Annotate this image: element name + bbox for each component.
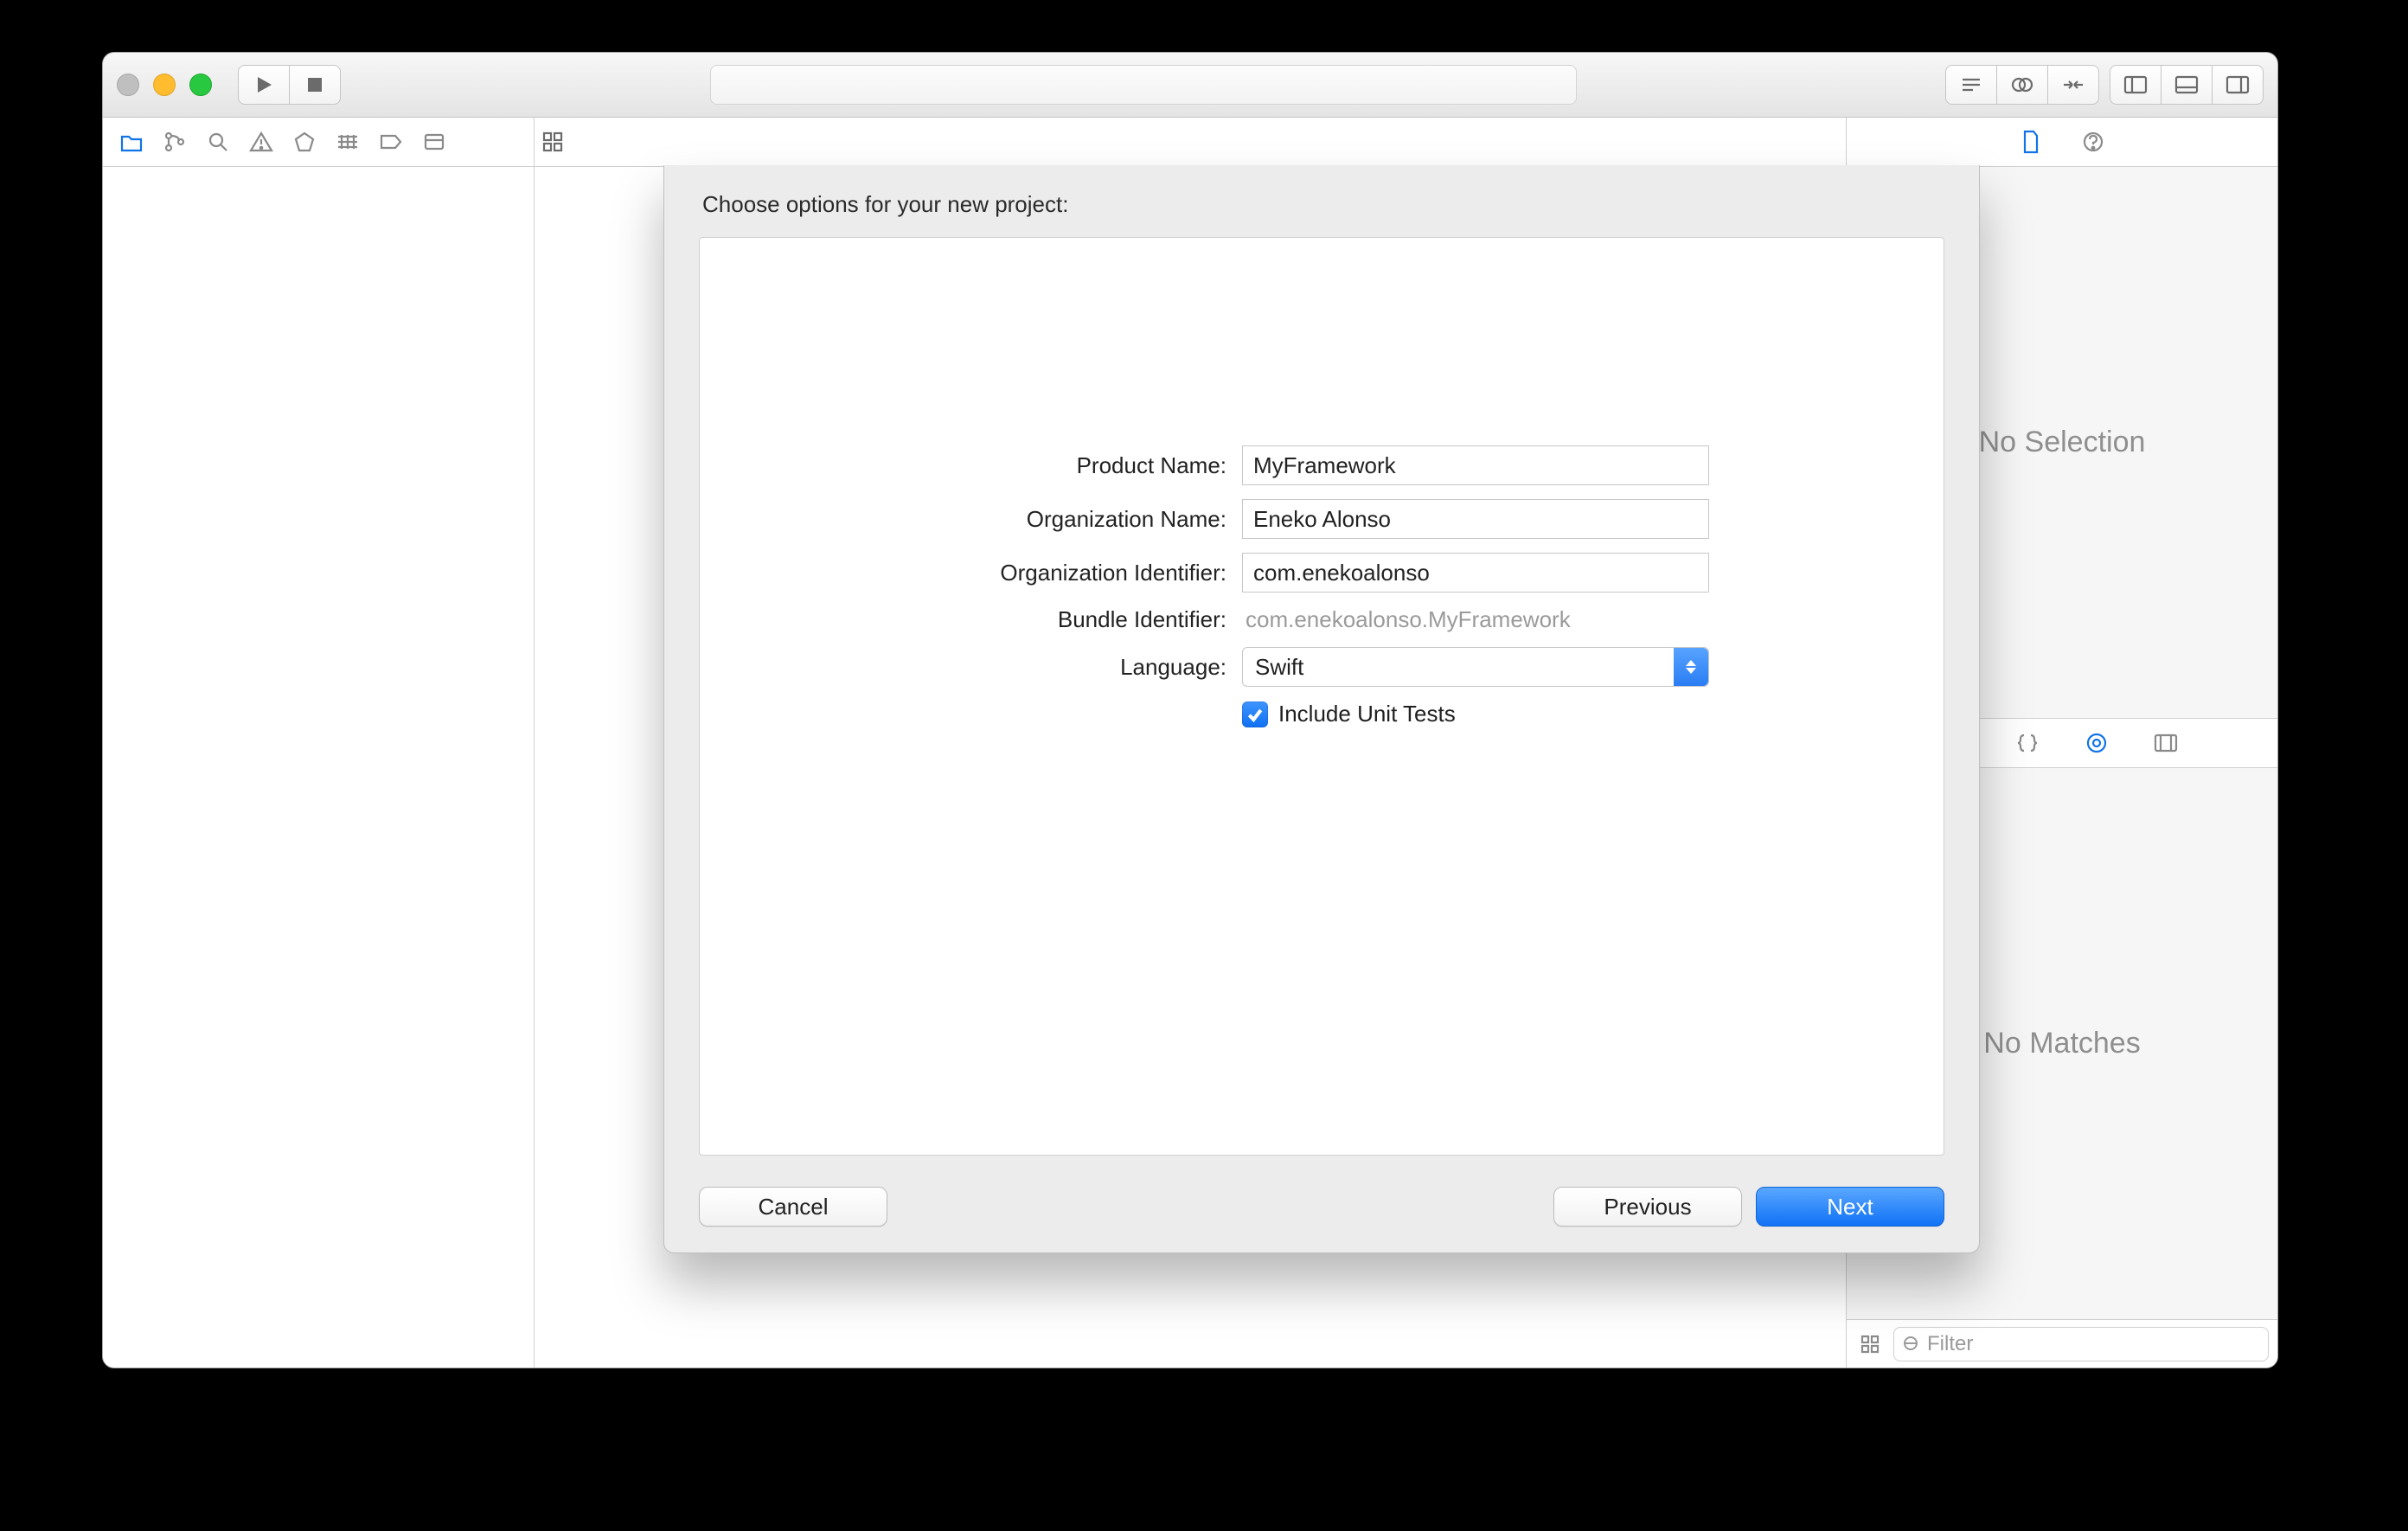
test-navigator-tab[interactable] <box>285 122 324 162</box>
breakpoint-navigator-tab[interactable] <box>371 122 411 162</box>
next-button[interactable]: Next <box>1756 1187 1944 1227</box>
navigator-tabs <box>103 118 534 167</box>
library-view-mode-button[interactable] <box>1855 1329 1885 1359</box>
language-select[interactable]: Swift <box>1242 647 1709 687</box>
report-navigator-tab[interactable] <box>414 122 454 162</box>
sheet-panel: Product Name: Organization Name: Organiz… <box>699 237 1944 1156</box>
activity-view <box>710 65 1577 105</box>
bundle-identifier-value: com.enekoalonso.MyFramework <box>1242 606 1709 633</box>
media-library-tab[interactable] <box>2146 723 2186 763</box>
window-controls <box>117 74 212 96</box>
quick-help-inspector-tab[interactable] <box>2073 122 2113 162</box>
toggle-inspector-button[interactable] <box>2213 65 2264 105</box>
titlebar <box>103 53 2277 118</box>
sheet-buttons: Cancel Previous Next <box>699 1187 1944 1227</box>
run-stop-group <box>238 65 341 105</box>
object-library-tab[interactable] <box>2077 723 2117 763</box>
file-inspector-tab[interactable] <box>2011 122 2051 162</box>
minimize-window-button[interactable] <box>153 74 176 96</box>
organization-identifier-field[interactable] <box>1242 553 1709 593</box>
close-window-button[interactable] <box>117 74 139 96</box>
library-filter-field[interactable]: Filter <box>1893 1327 2269 1361</box>
new-project-options-sheet: Choose options for your new project: Pro… <box>663 165 1980 1253</box>
jump-bar[interactable] <box>535 118 1846 167</box>
inspector-tabs <box>1847 118 2277 167</box>
library-footer: Filter <box>1847 1319 2277 1368</box>
select-stepper-icon <box>1674 648 1708 686</box>
standard-editor-button[interactable] <box>1945 65 1997 105</box>
product-name-field[interactable] <box>1242 445 1709 485</box>
editor-mode-group <box>1945 65 2099 105</box>
cancel-button[interactable]: Cancel <box>699 1187 887 1227</box>
language-label: Language: <box>950 654 1226 681</box>
organization-name-field[interactable] <box>1242 499 1709 539</box>
include-unit-tests-checkbox[interactable] <box>1242 701 1268 727</box>
project-navigator-tab[interactable] <box>112 122 151 162</box>
find-navigator-tab[interactable] <box>198 122 238 162</box>
options-form: Product Name: Organization Name: Organiz… <box>950 445 1694 727</box>
run-button[interactable] <box>238 65 290 105</box>
source-control-navigator-tab[interactable] <box>155 122 195 162</box>
toggle-debug-area-button[interactable] <box>2161 65 2213 105</box>
include-unit-tests-row[interactable]: Include Unit Tests <box>1242 701 1709 727</box>
toggle-navigator-button[interactable] <box>2110 65 2161 105</box>
sheet-title: Choose options for your new project: <box>702 191 1944 218</box>
product-name-label: Product Name: <box>950 452 1226 479</box>
xcode-window: No Selection No Matches <box>102 52 2278 1368</box>
library-filter-placeholder: Filter <box>1927 1332 1973 1356</box>
navigator-content <box>103 167 534 1368</box>
code-snippet-library-tab[interactable] <box>2008 723 2047 763</box>
navigator-pane <box>103 118 535 1368</box>
version-editor-button[interactable] <box>2048 65 2099 105</box>
assistant-editor-button[interactable] <box>1997 65 2048 105</box>
bundle-identifier-label: Bundle Identifier: <box>950 606 1226 633</box>
organization-name-label: Organization Name: <box>950 506 1226 533</box>
no-matches-label: No Matches <box>1983 1027 2140 1060</box>
zoom-window-button[interactable] <box>189 74 212 96</box>
debug-navigator-tab[interactable] <box>328 122 368 162</box>
organization-identifier-label: Organization Identifier: <box>950 560 1226 586</box>
include-unit-tests-label: Include Unit Tests <box>1278 701 1456 727</box>
panel-toggles <box>2110 65 2264 105</box>
previous-button[interactable]: Previous <box>1553 1187 1742 1227</box>
stop-button[interactable] <box>290 65 341 105</box>
issue-navigator-tab[interactable] <box>241 122 281 162</box>
language-value: Swift <box>1255 654 1303 681</box>
